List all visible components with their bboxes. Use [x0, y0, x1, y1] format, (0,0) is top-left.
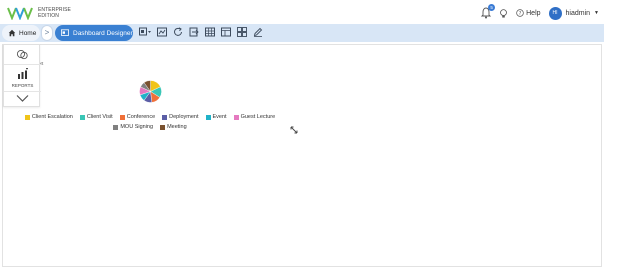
legend-label: Conference: [126, 114, 156, 120]
side-divider: [4, 91, 41, 92]
notification-badge: 5: [488, 4, 496, 11]
layout-icon[interactable]: [221, 27, 231, 37]
legend-swatch: [162, 114, 168, 120]
pie-chart[interactable]: [139, 80, 162, 103]
legend-row: MOU Signing Meeting: [0, 124, 300, 130]
legend-swatch: [119, 114, 125, 120]
edition-label: ENTERPRISE EDITION: [38, 7, 71, 19]
legend-swatch: [160, 124, 166, 130]
legend-label: Event: [212, 114, 227, 120]
lightbulb-icon[interactable]: [499, 8, 508, 19]
dashboard-designer-button[interactable]: Dashboard Designer: [55, 25, 133, 41]
legend-item[interactable]: MOU Signing: [113, 124, 153, 130]
caret-down-icon: ▼: [594, 10, 599, 16]
chevron-down-icon[interactable]: [16, 94, 29, 103]
refresh-icon[interactable]: [173, 27, 183, 37]
legend-label: Meeting: [167, 124, 187, 130]
legend-item[interactable]: Client Visit: [79, 114, 113, 120]
legend-label: MOU Signing: [120, 124, 154, 130]
user-menu[interactable]: HI hiadmin ▼: [548, 6, 599, 20]
edition-line2: EDITION: [38, 13, 59, 19]
legend-label: Deployment: [169, 114, 199, 120]
legend-item[interactable]: Event: [205, 114, 227, 120]
legend-label: Guest Lecture: [240, 114, 276, 120]
dashboard-icon: [61, 29, 69, 36]
logo-icon: [7, 7, 33, 20]
app-page: { "header": { "edition_line1": "ENTERPRI…: [0, 0, 629, 271]
legend-swatch: [24, 114, 30, 120]
legend-item[interactable]: Client Escalation: [24, 114, 73, 120]
legend-swatch: [233, 114, 239, 120]
grid-icon[interactable]: [237, 27, 247, 37]
header-tools: 5 ? Help HI hiadmin ▼: [481, 4, 599, 22]
legend-item[interactable]: Meeting: [160, 124, 187, 130]
resize-handle-icon[interactable]: [290, 126, 298, 134]
reports-label[interactable]: REPORTS: [4, 83, 41, 88]
table-icon[interactable]: [205, 27, 215, 37]
username-label: hiadmin: [565, 9, 591, 17]
chart-legend: Client Escalation Client Visit Conference D…: [0, 114, 300, 134]
legend-swatch: [113, 124, 119, 130]
legend-label: Client Escalation: [31, 114, 73, 120]
question-icon: ?: [516, 9, 524, 17]
edit-icon[interactable]: [253, 27, 263, 37]
home-button[interactable]: Home: [2, 25, 40, 41]
help-button[interactable]: ? Help: [516, 9, 541, 17]
dashboard-canvas[interactable]: [2, 44, 602, 267]
reports-icon[interactable]: [17, 68, 29, 80]
breadcrumb-separator: >: [41, 25, 53, 41]
designer-toolbar: Home > Dashboard Designer: [0, 24, 604, 42]
avatar: HI: [548, 6, 562, 20]
add-widget-icon[interactable]: [139, 27, 151, 37]
legend-item[interactable]: Conference: [119, 114, 156, 120]
home-label: Home: [19, 29, 37, 37]
legend-swatch: [79, 114, 85, 120]
designer-label: Dashboard Designer: [73, 29, 133, 37]
legend-item[interactable]: Guest Lecture: [233, 114, 276, 120]
legend-row: Client Escalation Client Visit Conference D…: [0, 114, 300, 120]
side-panel: REPORTS: [3, 44, 41, 107]
image-widget-icon[interactable]: [157, 27, 167, 37]
home-icon: [8, 29, 16, 37]
toolbar-icons: [139, 27, 263, 37]
export-icon[interactable]: [189, 27, 199, 37]
legend-item[interactable]: Deployment: [162, 114, 199, 120]
legend-swatch: [205, 114, 211, 120]
help-label: Help: [526, 9, 541, 17]
side-divider: [4, 64, 41, 65]
widgets-icon[interactable]: [16, 49, 29, 60]
legend-label: Client Visit: [86, 114, 113, 120]
notification-button[interactable]: 5: [481, 4, 496, 19]
top-header: ENTERPRISE EDITION 5 ? Help HI hiadmin ▼: [0, 0, 629, 24]
